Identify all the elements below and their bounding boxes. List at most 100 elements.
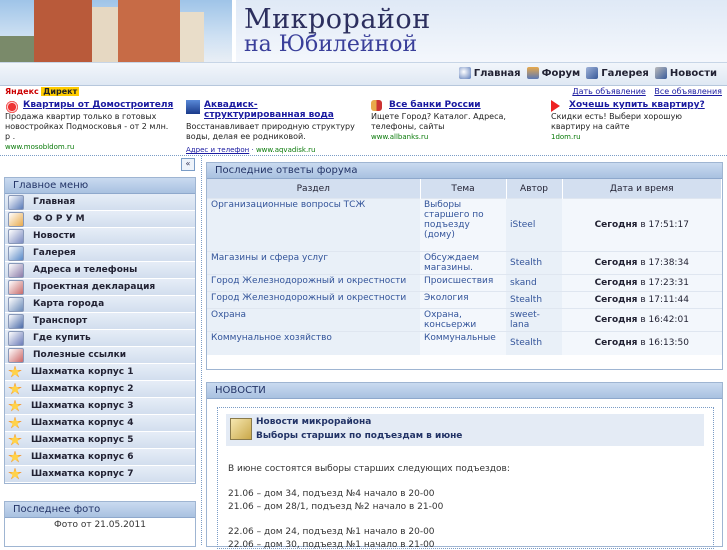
menu-item[interactable]: Главная	[5, 194, 195, 211]
forum-topic[interactable]: Охрана, консьержи	[420, 308, 506, 332]
forum-section[interactable]: Город Железнодорожный и окрестности	[207, 291, 420, 309]
all-ads-link[interactable]: Все объявления	[654, 87, 722, 96]
star-icon	[8, 450, 22, 463]
ad-url[interactable]: www.allbanks.ru	[371, 132, 541, 142]
forum-section[interactable]: Коммунальное хозяйство	[207, 331, 420, 355]
news-headline[interactable]: Выборы старших по подъездам в июне	[256, 431, 462, 441]
menu-item-label: Шахматка корпус 6	[31, 452, 134, 462]
forum-topic[interactable]: Экология	[420, 291, 506, 309]
menu-item[interactable]: Полезные ссылки	[5, 347, 195, 364]
last-photo-caption[interactable]: Фото от 21.05.2011	[5, 520, 195, 530]
star-icon	[8, 416, 22, 429]
menu-item[interactable]: Шахматка корпус 6	[5, 449, 195, 466]
table-row[interactable]: Магазины и сфера услуг Обсуждаем магазины…	[207, 251, 722, 275]
site-subtitle: на Юбилейной	[244, 32, 418, 57]
menu-item[interactable]: Шахматка корпус 3	[5, 398, 195, 415]
menu-item-label: Шахматка корпус 4	[31, 418, 134, 428]
menu-item-label: Шахматка корпус 1	[31, 367, 134, 377]
ad-address-label[interactable]: Адрес и телефон	[186, 146, 249, 154]
ad-item-2[interactable]: Аквадиск-структурированная вода Восстана…	[186, 100, 356, 142]
ad-description: Скидки есть! Выбери хорошую квартиру на …	[551, 112, 683, 131]
news-panel: НОВОСТИ Новости микрорайона Выборы старш…	[206, 382, 723, 550]
forum-author[interactable]: skand	[506, 274, 562, 292]
table-row[interactable]: Город Железнодорожный и окрестности Проис…	[207, 274, 722, 292]
ad-title[interactable]: Хочешь купить квартиру?	[551, 100, 721, 110]
ad-item-1[interactable]: Квартиры от Домостроителя Продажа кварти…	[5, 100, 175, 152]
ad-address-link[interactable]: Адрес и телефон · www.aqvadisk.ru	[186, 146, 316, 154]
nav-home[interactable]: Главная	[458, 67, 521, 79]
menu-item[interactable]: Шахматка корпус 5	[5, 432, 195, 449]
nav-gallery-label: Галерея	[601, 67, 649, 79]
menu-item[interactable]: Карта города	[5, 296, 195, 313]
forum-time: в 17:38:34	[640, 258, 689, 268]
ad-title[interactable]: Аквадиск-структурированная вода	[186, 100, 356, 120]
menu-item[interactable]: Новости	[5, 228, 195, 245]
site-title: Микрорайон	[244, 4, 431, 35]
table-row[interactable]: Город Железнодорожный и окрестности Эколо…	[207, 291, 722, 309]
nav-forum[interactable]: Форум	[526, 67, 581, 79]
menu-item[interactable]: Адреса и телефоны	[5, 262, 195, 279]
forum-topic[interactable]: Коммунальные	[420, 331, 506, 355]
menu-item-label: Транспорт	[33, 316, 88, 326]
nav-gallery[interactable]: Галерея	[586, 67, 649, 79]
news-title: НОВОСТИ	[207, 383, 722, 399]
table-row[interactable]: Организационные вопросы ТСЖ Выборы старше…	[207, 198, 722, 252]
forum-topic[interactable]: Выборы старшего по подъезду (дому)	[420, 198, 506, 252]
forum-day: Сегодня	[594, 220, 638, 230]
menu-item[interactable]: Шахматка корпус 7	[5, 466, 195, 483]
table-row[interactable]: Охрана Охрана, консьержи sweet-lana Сегодня…	[207, 308, 722, 332]
forum-day: Сегодня	[594, 258, 638, 268]
forum-section[interactable]: Охрана	[207, 308, 420, 332]
menu-item[interactable]: Галерея	[5, 245, 195, 262]
forum-time: в 16:13:50	[640, 338, 689, 349]
forum-author[interactable]: iSteel	[506, 198, 562, 252]
house-icon	[5, 100, 19, 114]
collapse-sidebar-button[interactable]: «	[181, 158, 195, 171]
news-category[interactable]: Новости микрорайона	[256, 417, 371, 427]
menu-item[interactable]: Где купить	[5, 330, 195, 347]
nav-home-label: Главная	[473, 67, 521, 79]
nav-forum-label: Форум	[541, 67, 581, 79]
home-icon	[458, 67, 471, 79]
forum-author[interactable]: Stealth	[506, 251, 562, 275]
forum-topic[interactable]: Происшествия	[420, 274, 506, 292]
forum-author[interactable]: Stealth	[506, 331, 562, 355]
menu-icon	[8, 313, 24, 329]
forum-day: Сегодня	[594, 295, 638, 305]
direct-badge: Директ	[41, 87, 80, 96]
menu-item[interactable]: Транспорт	[5, 313, 195, 330]
forum-section[interactable]: Организационные вопросы ТСЖ	[207, 198, 420, 252]
menu-item[interactable]: Проектная декларация	[5, 279, 195, 296]
news-paragraph: 22.06 – дом 24, подъезд №1 начало в 20-0…	[228, 527, 435, 537]
ad-item-4[interactable]: Хочешь купить квартиру? Скидки есть! Выб…	[551, 100, 721, 142]
ad-title[interactable]: Квартиры от Домостроителя	[5, 100, 175, 110]
forum-section[interactable]: Город Железнодорожный и окрестности	[207, 274, 420, 292]
forum-title: Последние ответы форума	[207, 163, 722, 179]
star-icon	[8, 382, 22, 395]
star-icon	[8, 467, 22, 480]
forum-author[interactable]: Stealth	[506, 291, 562, 309]
star-icon	[8, 433, 22, 446]
news-article-header: Новости микрорайона Выборы старших по по…	[226, 414, 704, 446]
table-row[interactable]: Коммунальное хозяйство Коммунальные Stealt…	[207, 331, 722, 355]
menu-item[interactable]: Ф О Р У М	[5, 211, 195, 228]
menu-item[interactable]: Шахматка корпус 1	[5, 364, 195, 381]
forum-author[interactable]: sweet-lana	[506, 308, 562, 332]
menu-icon	[8, 228, 24, 244]
ad-item-3[interactable]: Все банки России Ищете Город? Каталог. А…	[371, 100, 541, 142]
yandex-direct-label[interactable]: Яндекс Директ	[5, 87, 80, 96]
divider	[0, 155, 727, 156]
forum-topic[interactable]: Обсуждаем магазины.	[420, 251, 506, 275]
forum-section[interactable]: Магазины и сфера услуг	[207, 251, 420, 275]
menu-icon	[8, 194, 24, 210]
forum-datetime: Сегодня в 17:38:34	[562, 251, 722, 275]
news-icon	[654, 67, 667, 79]
ad-url[interactable]: www.aqvadisk.ru	[256, 146, 316, 154]
menu-item[interactable]: Шахматка корпус 4	[5, 415, 195, 432]
ad-url[interactable]: 1dom.ru	[551, 132, 721, 142]
nav-news[interactable]: Новости	[654, 67, 717, 79]
ad-title[interactable]: Все банки России	[371, 100, 541, 110]
menu-item[interactable]: Шахматка корпус 2	[5, 381, 195, 398]
ad-url[interactable]: www.mosobldom.ru	[5, 142, 175, 152]
post-ad-link[interactable]: Дать объявление	[572, 87, 645, 96]
